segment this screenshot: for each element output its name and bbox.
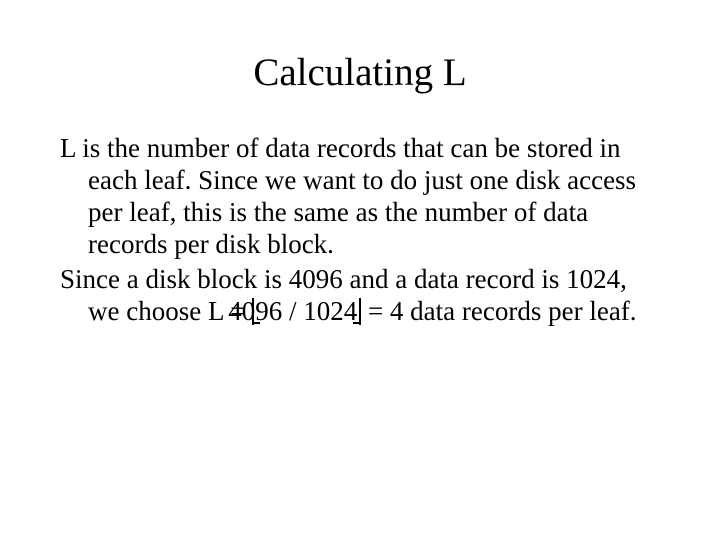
slide-body: L is the number of data records that can… — [60, 133, 660, 328]
paragraph-2: Since a disk block is 4096 and a data re… — [60, 264, 660, 328]
paragraph-1: L is the number of data records that can… — [60, 133, 660, 260]
para2-post: = 4 data records per leaf. — [361, 296, 636, 326]
slide: Calculating L L is the number of data re… — [0, 0, 720, 540]
slide-title: Calculating L — [60, 50, 660, 95]
floor-expression: 4096 / 1024 — [228, 296, 357, 326]
floor-icon: 4096 / 1024 — [252, 298, 361, 325]
